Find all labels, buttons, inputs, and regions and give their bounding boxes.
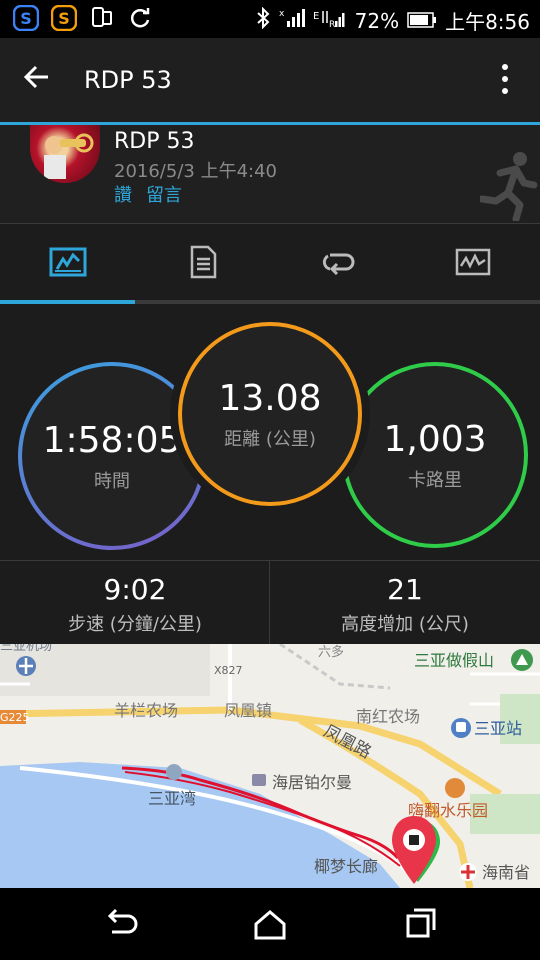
map-label-farm: 羊栏农场 (114, 701, 178, 720)
like-link[interactable]: 讚 (114, 181, 132, 207)
hospital-icon (459, 863, 477, 881)
activity-name: RDP 53 (114, 129, 195, 154)
tab-laps[interactable] (270, 224, 405, 304)
clock: 上午8:56 (445, 10, 530, 34)
svg-text:R: R (329, 20, 335, 29)
tab-charts[interactable] (405, 224, 540, 304)
distance-label: 距離 (公里) (224, 428, 316, 450)
tab-details[interactable] (135, 224, 270, 304)
pace-label: 步速 (分鐘/公里) (68, 614, 202, 635)
page-title: RDP 53 (84, 66, 172, 94)
map-label-road-g: G225 (0, 711, 30, 724)
distance-stat: 13.08 距離 (公里) (178, 322, 362, 506)
nav-home-icon[interactable] (250, 906, 290, 942)
s-app-icon-orange: S (50, 4, 78, 32)
time-value: 1:58:05 (42, 419, 182, 461)
arrow-back-icon[interactable] (22, 62, 62, 98)
app-bar: RDP 53 (0, 38, 540, 122)
map-label-hotel: 海居铂尔曼 (272, 773, 352, 792)
map-label-bay: 三亚湾 (148, 789, 196, 808)
avatar[interactable] (30, 125, 100, 183)
stats-panel: 1:58:05 時間 1,003 卡路里 13.08 距離 (公里) (0, 304, 540, 560)
calories-label: 卡路里 (408, 469, 462, 491)
time-stat: 1:58:05 時間 (18, 362, 206, 550)
map-label-province: 海南省 (482, 863, 530, 882)
svg-text:E: E (313, 11, 319, 22)
battery-percent: 72% (354, 8, 400, 33)
system-nav-bar (0, 888, 540, 960)
overflow-menu-icon[interactable] (502, 64, 510, 100)
calories-stat: 1,003 卡路里 (342, 362, 528, 548)
nav-back-icon[interactable] (100, 906, 140, 942)
route-map[interactable]: 三亚机场 G225 X827 六多 三亚做假山 羊栏农场 凤凰镇 南红农场 三亚… (0, 644, 540, 888)
screen-mirror-icon (88, 4, 116, 32)
map-label-airport: 三亚机场 (0, 644, 52, 654)
poi-icon-bay (166, 764, 182, 780)
map-label-road-x: X827 (214, 664, 243, 677)
svg-text:x: x (279, 9, 285, 19)
svg-text:S: S (20, 9, 32, 28)
stats-chart-icon (49, 247, 87, 281)
map-label-station: 三亚站 (474, 719, 522, 738)
graph-icon (455, 248, 491, 280)
signal-icon: x (279, 7, 305, 34)
elevation-label: 高度增加 (公尺) (341, 614, 469, 635)
comment-link[interactable]: 留言 (146, 181, 182, 207)
time-label: 時間 (94, 470, 130, 492)
document-icon (189, 245, 217, 283)
nav-recents-icon[interactable] (400, 906, 440, 942)
data-signal-icon: ER (313, 7, 347, 34)
secondary-stats: 9:02 步速 (分鐘/公里) 21 高度增加 (公尺) (0, 560, 540, 645)
park-icon (511, 649, 533, 671)
activity-datetime: 2016/5/3 上午4:40 (114, 161, 277, 182)
map-label-town: 凤凰镇 (224, 701, 272, 720)
map-label-boardwalk: 椰梦长廊 (314, 857, 378, 876)
activity-header: RDP 53 2016/5/3 上午4:40 讚 留言 (0, 125, 540, 224)
tab-stats[interactable] (0, 224, 135, 304)
svg-text:S: S (58, 9, 70, 28)
map-label-village: 六多 (318, 644, 344, 660)
running-icon (478, 151, 538, 223)
distance-value: 13.08 (218, 377, 322, 419)
battery-icon (407, 9, 437, 33)
status-bar: S S x ER 72% 上午8:56 (0, 0, 540, 38)
hotel-icon (252, 774, 266, 786)
laps-icon (320, 249, 356, 279)
airport-icon (16, 656, 36, 676)
pace-value: 9:02 (103, 573, 167, 606)
map-label-mountain: 三亚做假山 (414, 651, 494, 670)
calories-value: 1,003 (383, 418, 487, 460)
sync-icon (126, 4, 154, 32)
train-station-icon (451, 718, 471, 738)
pace-stat: 9:02 步速 (分鐘/公里) (0, 561, 270, 645)
elevation-value: 21 (387, 573, 423, 606)
elevation-stat: 21 高度增加 (公尺) (270, 561, 540, 645)
map-label-farm2: 南红农场 (356, 707, 420, 726)
park-poi-icon (445, 778, 465, 798)
bluetooth-icon (255, 6, 271, 34)
tab-bar (0, 224, 540, 304)
s-app-icon-blue: S (12, 4, 40, 32)
